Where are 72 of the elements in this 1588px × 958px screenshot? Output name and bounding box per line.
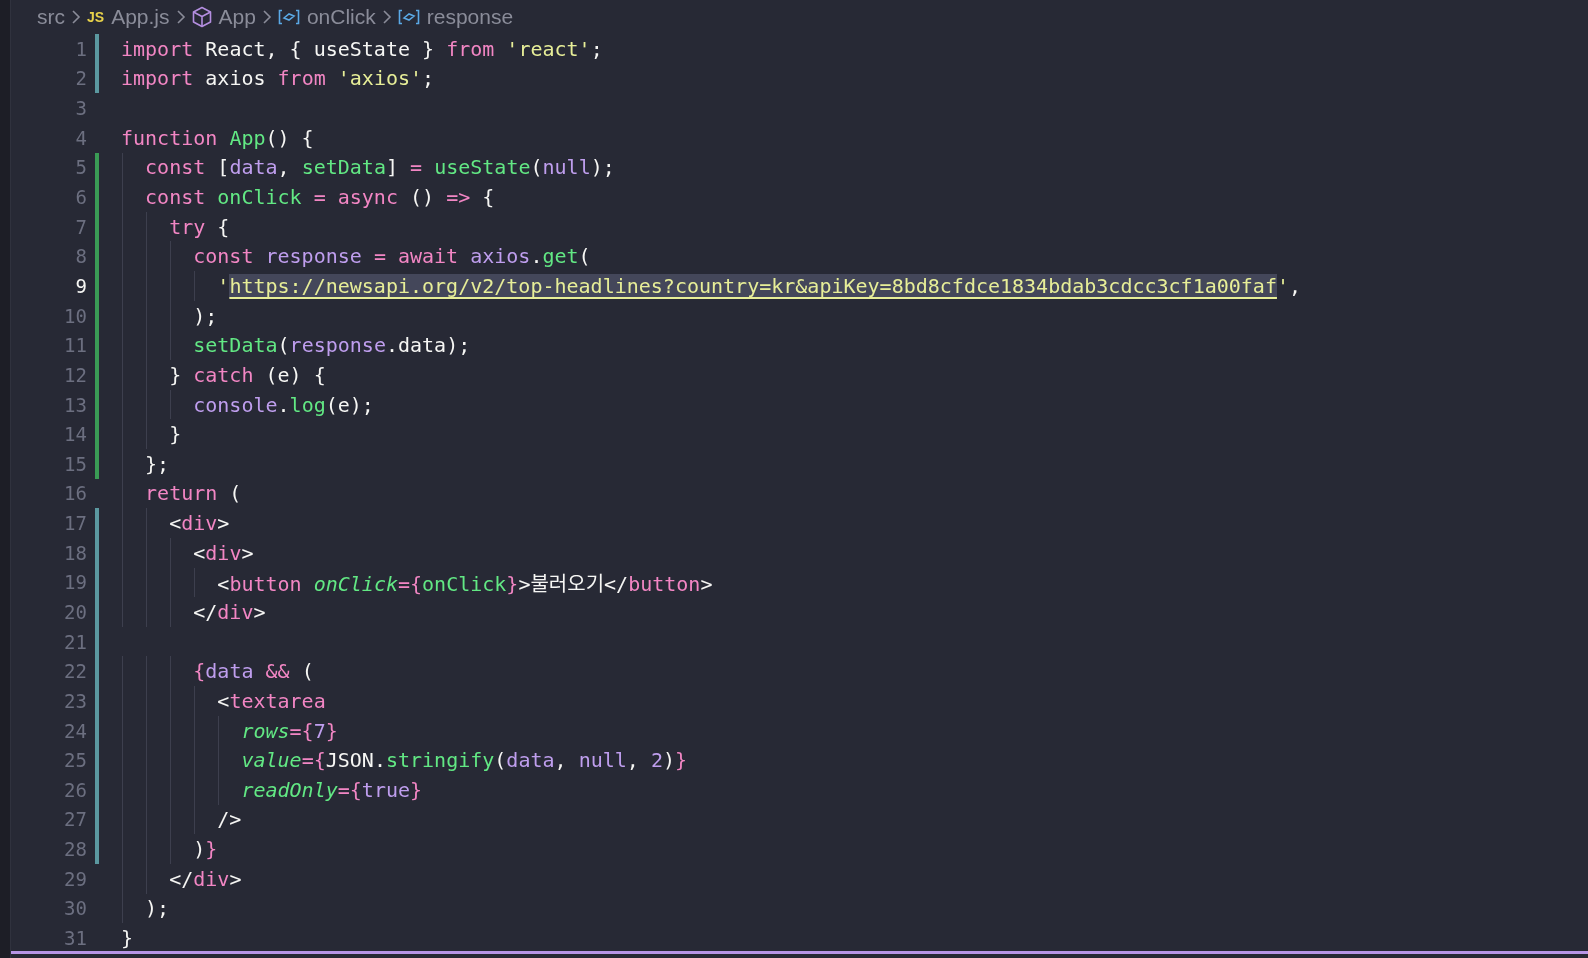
code-line: <div> bbox=[168, 511, 230, 536]
breadcrumb-item[interactable]: response bbox=[426, 5, 514, 29]
breadcrumb-item[interactable]: src bbox=[37, 5, 65, 29]
line-number: 5 bbox=[74, 156, 87, 179]
line-number: 23 bbox=[63, 689, 87, 712]
line-number: 10 bbox=[63, 304, 87, 327]
line-number: 11 bbox=[63, 334, 87, 357]
code-line: }; bbox=[144, 451, 170, 476]
line-number: 12 bbox=[63, 363, 87, 386]
code-line: const response = await axios.get( bbox=[192, 244, 591, 269]
line-number: 4 bbox=[74, 126, 87, 149]
line-number: 9 bbox=[74, 274, 87, 297]
variable-icon bbox=[397, 9, 420, 25]
line-number: 30 bbox=[63, 897, 87, 920]
line-number: 1 bbox=[74, 37, 87, 60]
code-line: } catch (e) { bbox=[168, 362, 326, 387]
line-number: 3 bbox=[74, 97, 87, 120]
line-number: 7 bbox=[74, 215, 87, 238]
line-number: 15 bbox=[63, 452, 87, 475]
code-line: <textarea bbox=[216, 688, 326, 713]
code-line: const onClick = async () => { bbox=[144, 185, 495, 209]
line-number: 29 bbox=[63, 867, 87, 890]
line-number: 25 bbox=[63, 749, 87, 772]
code-line: ); bbox=[192, 303, 218, 328]
line-number: 22 bbox=[63, 660, 87, 683]
chevron-icon bbox=[71, 9, 81, 25]
code-line: rows={7} bbox=[240, 718, 338, 743]
line-number: 6 bbox=[74, 186, 87, 208]
code-line: import axios from 'axios'; bbox=[121, 66, 435, 91]
line-number: 27 bbox=[63, 808, 87, 831]
line-number: 31 bbox=[63, 927, 87, 950]
code-line: <button onClick={onClick}>불러오기</button> bbox=[216, 570, 713, 597]
line-number: 16 bbox=[63, 482, 87, 505]
chevron-icon bbox=[261, 9, 272, 25]
line-number: 17 bbox=[63, 512, 87, 535]
line-number: 14 bbox=[63, 423, 87, 446]
code-line: try { bbox=[168, 214, 230, 239]
line-number: 20 bbox=[63, 601, 87, 623]
line-number: 24 bbox=[63, 719, 87, 742]
code-line: } bbox=[121, 926, 134, 951]
line-number: 2 bbox=[74, 67, 87, 90]
breadcrumb-item[interactable]: App bbox=[218, 5, 256, 29]
chevron-icon bbox=[381, 9, 392, 25]
code-line: </div> bbox=[168, 866, 242, 891]
code-line: /> bbox=[216, 807, 242, 832]
line-number: 28 bbox=[63, 838, 87, 861]
code-line: </div> bbox=[192, 600, 266, 624]
code-line: ); bbox=[144, 896, 170, 921]
code-line: value={JSON.stringify(data, null, 2)} bbox=[240, 748, 688, 773]
code-line: readOnly={true} bbox=[240, 777, 423, 802]
code-line: const [data, setData] = useState(null); bbox=[144, 155, 615, 180]
line-number: 19 bbox=[63, 571, 87, 594]
line-number: 21 bbox=[63, 630, 87, 653]
code-line: return ( bbox=[144, 481, 242, 506]
cube-icon bbox=[191, 6, 212, 28]
line-number: 13 bbox=[63, 393, 87, 416]
code-line: )} bbox=[192, 837, 218, 862]
breadcrumb-item[interactable]: onClick bbox=[306, 5, 376, 29]
line-number: 8 bbox=[74, 245, 87, 268]
code-line: } bbox=[168, 422, 182, 447]
line-number: 18 bbox=[63, 541, 87, 564]
code-line: console.log(e); bbox=[192, 392, 374, 417]
line-number: 26 bbox=[63, 778, 87, 801]
code-line: function App() { bbox=[121, 125, 314, 150]
code-line: {data && ( bbox=[192, 659, 314, 684]
code-line: setData(response.data); bbox=[192, 333, 471, 358]
code-line: <div> bbox=[192, 540, 254, 565]
breadcrumb-item[interactable]: App.js bbox=[111, 5, 170, 29]
variable-icon bbox=[277, 9, 300, 25]
js-file-icon: JS bbox=[87, 9, 105, 25]
code-line: import React, { useState } from 'react'; bbox=[121, 36, 603, 61]
chevron-icon bbox=[175, 9, 186, 25]
